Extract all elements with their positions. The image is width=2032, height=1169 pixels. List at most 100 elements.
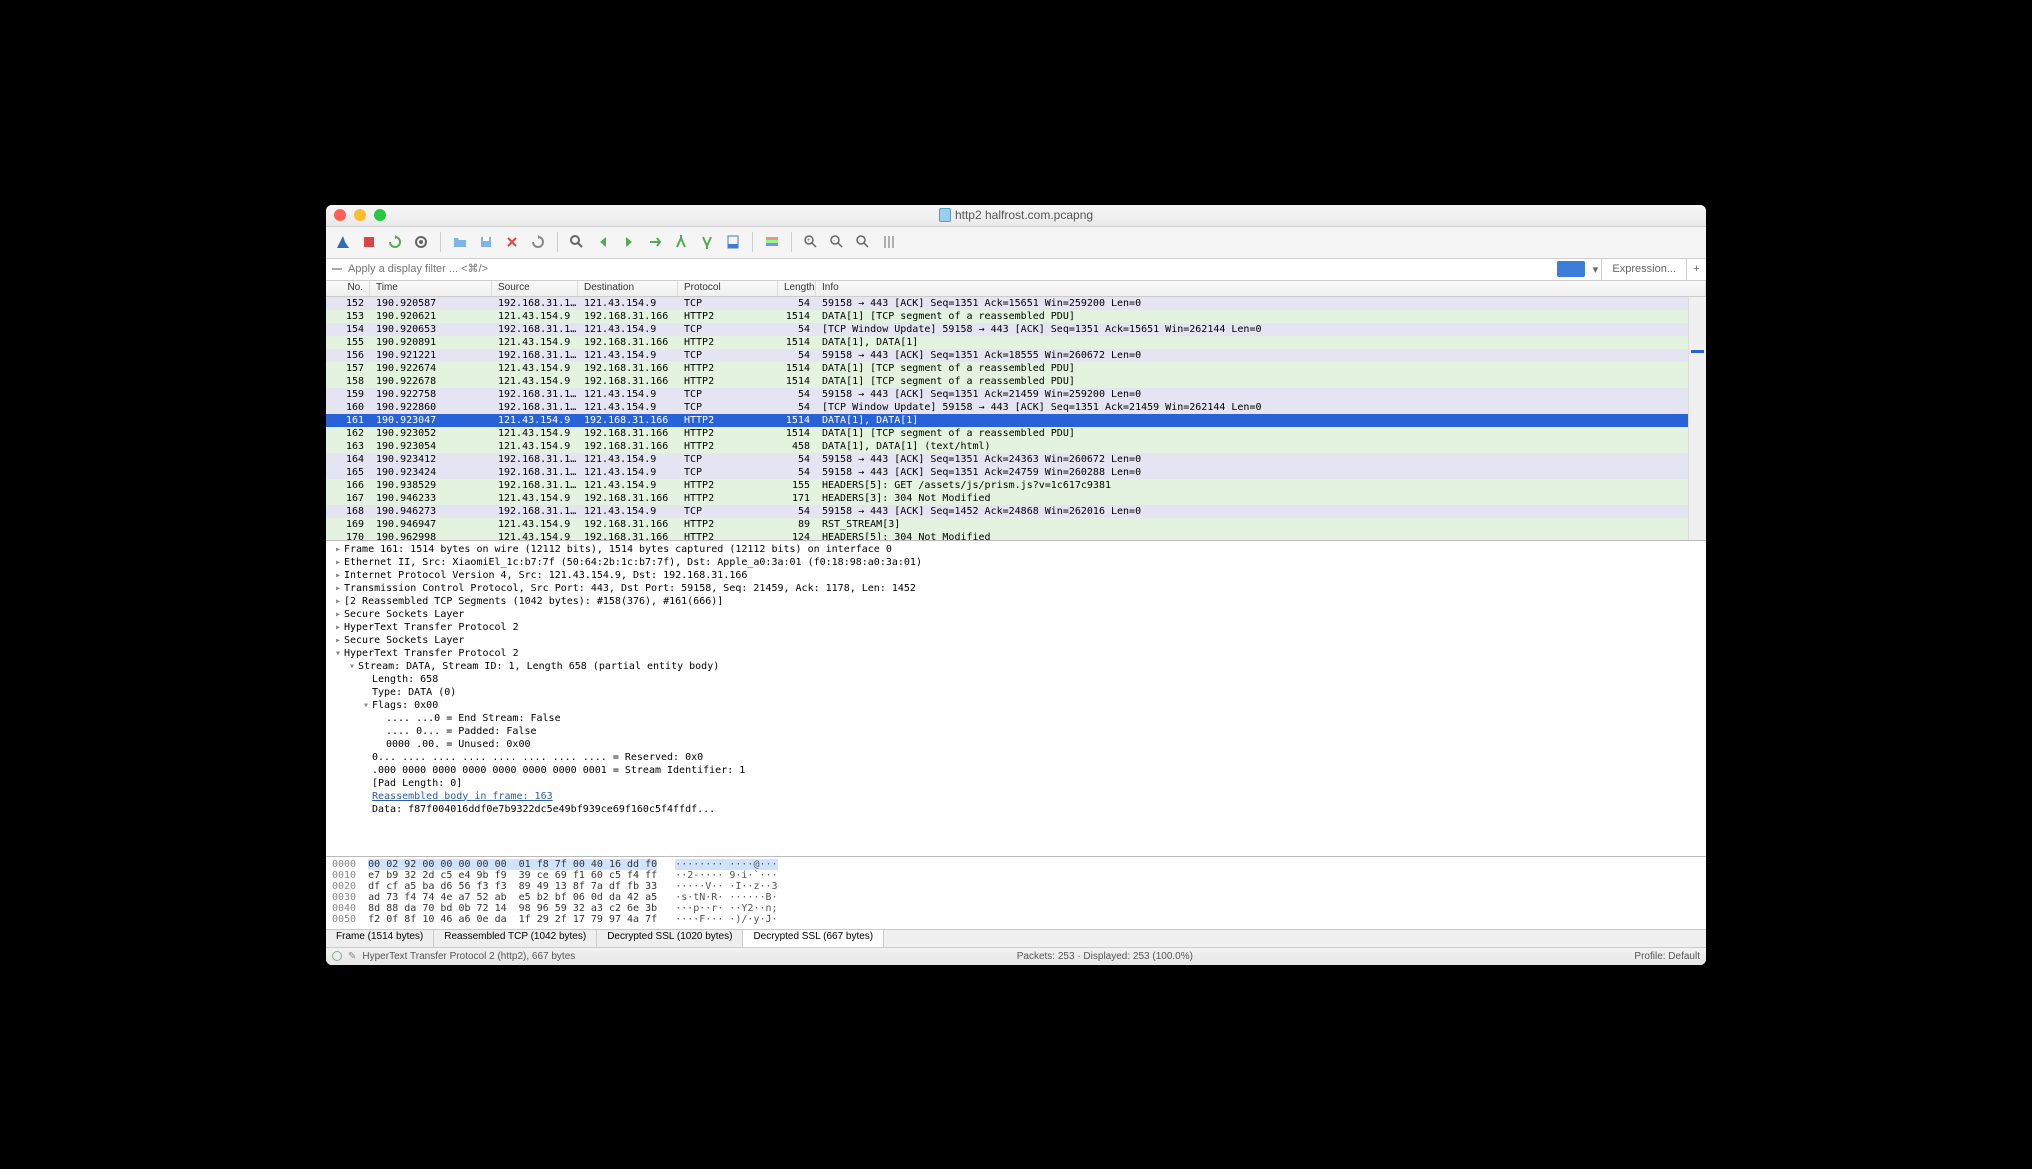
table-row[interactable]: 152190.920587192.168.31.1…121.43.154.9TC… [326,297,1706,310]
tree-arrow-icon[interactable]: ▸ [332,582,344,595]
tree-node[interactable]: ▾HyperText Transfer Protocol 2 [326,647,1706,660]
tree-node[interactable]: ▸HyperText Transfer Protocol 2 [326,621,1706,634]
byte-row[interactable]: 0010 e7 b9 32 2d c5 e4 9b f9 39 ce 69 f1… [332,870,1700,881]
table-row[interactable]: 159190.922758192.168.31.1…121.43.154.9TC… [326,388,1706,401]
resize-columns-button[interactable] [878,231,900,253]
table-row[interactable]: 163190.923054121.43.154.9192.168.31.166H… [326,440,1706,453]
tree-node[interactable]: ▸Internet Protocol Version 4, Src: 121.4… [326,569,1706,582]
close-button[interactable] [334,209,346,221]
packet-scrollbar[interactable] [1688,297,1706,540]
go-last-button[interactable] [696,231,718,253]
table-row[interactable]: 169190.946947121.43.154.9192.168.31.166H… [326,518,1706,531]
col-source[interactable]: Source [492,281,578,296]
tree-arrow-icon[interactable]: ▸ [332,621,344,634]
table-row[interactable]: 153190.920621121.43.154.9192.168.31.166H… [326,310,1706,323]
status-edit-icon[interactable]: ✎ [348,951,356,962]
zoom-reset-button[interactable] [852,231,874,253]
tree-node[interactable]: ▸Ethernet II, Src: XiaomiEl_1c:b7:7f (50… [326,556,1706,569]
byte-row[interactable]: 0000 00 02 92 00 00 00 00 00 01 f8 7f 00… [332,859,1700,870]
close-file-button[interactable] [501,231,523,253]
go-to-packet-button[interactable] [644,231,666,253]
col-time[interactable]: Time [370,281,492,296]
table-row[interactable]: 162190.923052121.43.154.9192.168.31.166H… [326,427,1706,440]
filter-add-button[interactable]: + [1686,259,1706,280]
tree-node[interactable]: Reassembled body in frame: 163 [326,790,1706,803]
tree-node[interactable]: Length: 658 [326,673,1706,686]
table-row[interactable]: 160190.922860192.168.31.1…121.43.154.9TC… [326,401,1706,414]
tree-arrow-icon[interactable]: ▸ [332,543,344,556]
table-row[interactable]: 155190.920891121.43.154.9192.168.31.166H… [326,336,1706,349]
packet-rows[interactable]: 152190.920587192.168.31.1…121.43.154.9TC… [326,297,1706,541]
tree-node[interactable]: ▸Secure Sockets Layer [326,608,1706,621]
tree-node[interactable]: ▸Frame 161: 1514 bytes on wire (12112 bi… [326,543,1706,556]
table-row[interactable]: 161190.923047121.43.154.9192.168.31.166H… [326,414,1706,427]
tree-node[interactable]: 0... .... .... .... .... .... .... .... … [326,751,1706,764]
tree-arrow-icon[interactable]: ▸ [332,569,344,582]
tree-arrow-icon[interactable]: ▾ [346,660,358,673]
table-row[interactable]: 165190.923424192.168.31.1…121.43.154.9TC… [326,466,1706,479]
col-length[interactable]: Length [778,281,816,296]
table-row[interactable]: 156190.921221192.168.31.1…121.43.154.9TC… [326,349,1706,362]
packet-details-pane[interactable]: ▸Frame 161: 1514 bytes on wire (12112 bi… [326,541,1706,857]
tree-arrow-icon[interactable]: ▾ [332,647,344,660]
tree-node[interactable]: ▾Stream: DATA, Stream ID: 1, Length 658 … [326,660,1706,673]
colorize-button[interactable] [761,231,783,253]
tree-node[interactable]: .... 0... = Padded: False [326,725,1706,738]
tree-arrow-icon[interactable]: ▸ [332,595,344,608]
byte-row[interactable]: 0050 f2 0f 8f 10 46 a6 0e da 1f 29 2f 17… [332,914,1700,925]
zoom-in-button[interactable]: + [800,231,822,253]
table-row[interactable]: 166190.938529192.168.31.1…121.43.154.9HT… [326,479,1706,492]
tree-node[interactable]: .... ...0 = End Stream: False [326,712,1706,725]
minimize-button[interactable] [354,209,366,221]
table-row[interactable]: 154190.920653192.168.31.1…121.43.154.9TC… [326,323,1706,336]
reload-button[interactable] [527,231,549,253]
tree-arrow-icon[interactable]: ▾ [360,699,372,712]
bytes-tab[interactable]: Decrypted SSL (667 bytes) [743,930,884,947]
table-row[interactable]: 164190.923412192.168.31.1…121.43.154.9TC… [326,453,1706,466]
find-button[interactable] [566,231,588,253]
col-destination[interactable]: Destination [578,281,678,296]
byte-row[interactable]: 0020 df cf a5 ba d6 56 f3 f3 89 49 13 8f… [332,881,1700,892]
tree-node[interactable]: Type: DATA (0) [326,686,1706,699]
go-first-button[interactable] [670,231,692,253]
col-protocol[interactable]: Protocol [678,281,778,296]
tree-node[interactable]: ▸Transmission Control Protocol, Src Port… [326,582,1706,595]
maximize-button[interactable] [374,209,386,221]
expert-info-icon[interactable] [332,951,342,961]
table-row[interactable]: 167190.946233121.43.154.9192.168.31.166H… [326,492,1706,505]
table-row[interactable]: 157190.922674121.43.154.9192.168.31.166H… [326,362,1706,375]
status-profile[interactable]: Profile: Default [1634,951,1700,962]
stop-capture-button[interactable] [358,231,380,253]
tree-node[interactable]: ▸[2 Reassembled TCP Segments (1042 bytes… [326,595,1706,608]
tree-node[interactable]: Data: f87f004016ddf0e7b9322dc5e49bf939ce… [326,803,1706,816]
tree-arrow-icon[interactable]: ▸ [332,608,344,621]
table-row[interactable]: 158190.922678121.43.154.9192.168.31.166H… [326,375,1706,388]
save-file-button[interactable] [475,231,497,253]
open-file-button[interactable] [449,231,471,253]
bytes-tab[interactable]: Frame (1514 bytes) [326,930,434,947]
byte-row[interactable]: 0030 ad 73 f4 74 4e a7 52 ab e5 b2 bf 06… [332,892,1700,903]
go-forward-button[interactable] [618,231,640,253]
go-back-button[interactable] [592,231,614,253]
byte-row[interactable]: 0040 8d 88 da 70 bd 0b 72 14 98 96 59 32… [332,903,1700,914]
tree-arrow-icon[interactable]: ▸ [332,556,344,569]
tree-node[interactable]: ▾Flags: 0x00 [326,699,1706,712]
filter-dropdown-icon[interactable]: ▾ [1589,263,1601,276]
tree-node[interactable]: ▸Secure Sockets Layer [326,634,1706,647]
restart-capture-button[interactable] [384,231,406,253]
table-row[interactable]: 168190.946273192.168.31.1…121.43.154.9TC… [326,505,1706,518]
display-filter-input[interactable] [326,261,1557,277]
capture-options-button[interactable] [410,231,432,253]
filter-expression-button[interactable]: Expression... [1601,259,1686,280]
col-info[interactable]: Info [816,281,1706,296]
col-no[interactable]: No. [326,281,370,296]
tree-node[interactable]: .000 0000 0000 0000 0000 0000 0000 0001 … [326,764,1706,777]
bytes-tab[interactable]: Reassembled TCP (1042 bytes) [434,930,597,947]
zoom-out-button[interactable]: - [826,231,848,253]
bytes-tab[interactable]: Decrypted SSL (1020 bytes) [597,930,743,947]
filter-apply-button[interactable] [1557,261,1585,277]
tree-node[interactable]: [Pad Length: 0] [326,777,1706,790]
table-row[interactable]: 170190.962998121.43.154.9192.168.31.166H… [326,531,1706,541]
shark-fin-icon[interactable] [332,231,354,253]
packet-bytes-pane[interactable]: 0000 00 02 92 00 00 00 00 00 01 f8 7f 00… [326,857,1706,929]
